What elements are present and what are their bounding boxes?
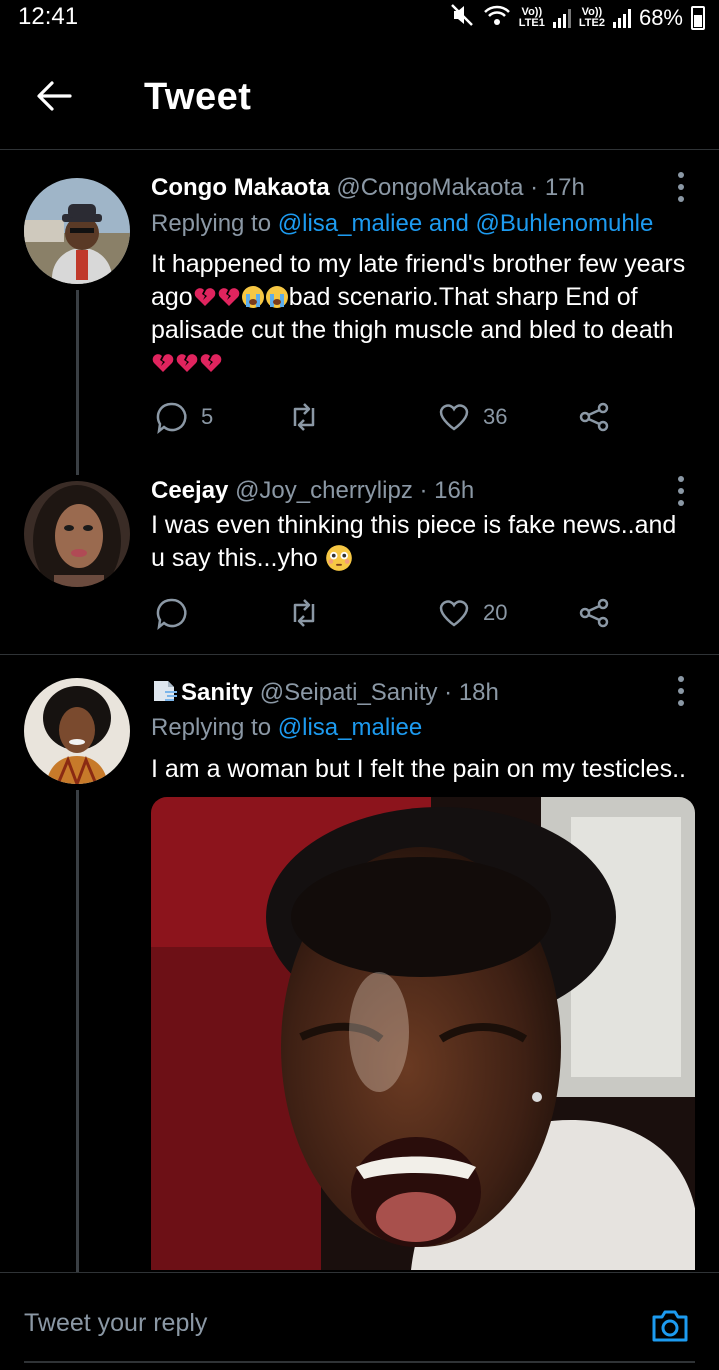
reply-icon (156, 402, 187, 434)
reply-button[interactable] (155, 596, 201, 630)
replying-to-links[interactable]: @lisa_maliee (278, 714, 422, 741)
replying-to: Replying to @lisa_maliee and @Buhlenomuh… (151, 210, 654, 237)
reply-bar: Tweet your reply (0, 1272, 719, 1370)
tweet-text: I am a woman but I felt the pain on my t… (151, 755, 686, 783)
more-icon[interactable] (677, 172, 685, 202)
reply-icon (156, 598, 187, 630)
arrow-left-icon[interactable] (34, 76, 74, 116)
broken-heart-icon (151, 349, 175, 377)
tweet-meta: Ceejay @Joy_cherrylipz · 16h (151, 477, 474, 505)
signal-icon (612, 8, 631, 28)
author-name[interactable]: Ceejay (151, 477, 228, 504)
share-button[interactable] (577, 400, 611, 434)
author-handle[interactable]: @Joy_cherrylipz (235, 477, 413, 504)
tweet-meta: Congo Makaota @CongoMakaota · 17h (151, 174, 585, 202)
author-name[interactable]: Sanity (181, 679, 253, 706)
tweet-actions: 20 (151, 596, 671, 636)
mute-icon (449, 2, 475, 34)
divider (24, 1361, 695, 1363)
share-icon (579, 598, 609, 628)
status-bar: 12:41 Vo)) LTE1 Vo)) LTE2 68% (0, 0, 719, 34)
author-handle[interactable]: @CongoMakaota (336, 174, 523, 201)
camera-icon[interactable] (650, 1305, 690, 1345)
heart-icon (439, 404, 469, 431)
retweet-icon (293, 403, 315, 431)
author-handle[interactable]: @Seipati_Sanity (260, 679, 438, 706)
reply-input[interactable]: Tweet your reply (24, 1309, 207, 1338)
share-button[interactable] (577, 596, 611, 630)
signal-icon (552, 8, 571, 28)
crying-face-icon (265, 283, 289, 311)
tweet-actions: 5 36 (151, 400, 671, 440)
tweet-time: · 17h (530, 174, 585, 201)
divider (0, 654, 719, 655)
avatar[interactable] (24, 481, 130, 587)
broken-heart-icon (175, 349, 199, 377)
header: Tweet (0, 40, 719, 150)
lte1-label: Vo)) LTE1 (518, 6, 545, 29)
battery-icon (691, 6, 705, 30)
broken-heart-icon (199, 349, 223, 377)
like-count: 20 (483, 600, 508, 625)
tweet-photo[interactable] (151, 797, 695, 1270)
tweet-meta: Sanity @Seipati_Sanity · 18h (151, 678, 499, 707)
retweet-button[interactable] (287, 400, 333, 434)
page-title: Tweet (144, 76, 252, 118)
flushed-face-icon (325, 544, 353, 572)
like-count: 36 (483, 404, 508, 429)
status-icons: Vo)) LTE1 Vo)) LTE2 68% (449, 2, 705, 34)
heart-icon (439, 600, 469, 627)
like-button[interactable]: 36 (437, 400, 507, 434)
share-icon (579, 402, 609, 432)
more-icon[interactable] (677, 676, 685, 706)
avatar[interactable] (24, 178, 130, 284)
like-button[interactable]: 20 (437, 596, 507, 630)
broken-heart-icon (217, 283, 241, 311)
replying-to: Replying to @lisa_maliee (151, 714, 423, 741)
battery-percent: 68% (638, 5, 683, 30)
avatar[interactable] (24, 678, 130, 784)
more-icon[interactable] (677, 476, 685, 506)
lte2-label: Vo)) LTE2 (578, 6, 605, 29)
tweet-time: · 18h (444, 679, 499, 706)
retweet-button[interactable] (287, 596, 333, 630)
wifi-icon (483, 3, 511, 33)
broken-heart-icon (193, 283, 217, 311)
author-name[interactable]: Congo Makaota (151, 174, 330, 201)
tweet-text: It happened to my late friend's brother … (151, 248, 691, 380)
status-time: 12:41 (18, 3, 79, 30)
replying-to-links[interactable]: @lisa_maliee and @Buhlenomuhle (278, 210, 654, 237)
thread-line (76, 790, 79, 1272)
reply-count: 5 (201, 404, 214, 429)
crying-face-icon (241, 283, 265, 311)
wind-icon (151, 679, 181, 706)
tweet-text: I was even thinking this piece is fake n… (151, 511, 677, 572)
reply-button[interactable]: 5 (155, 400, 213, 434)
thread-line (76, 290, 79, 475)
retweet-icon (293, 599, 315, 627)
tweet-time: · 16h (419, 477, 475, 504)
